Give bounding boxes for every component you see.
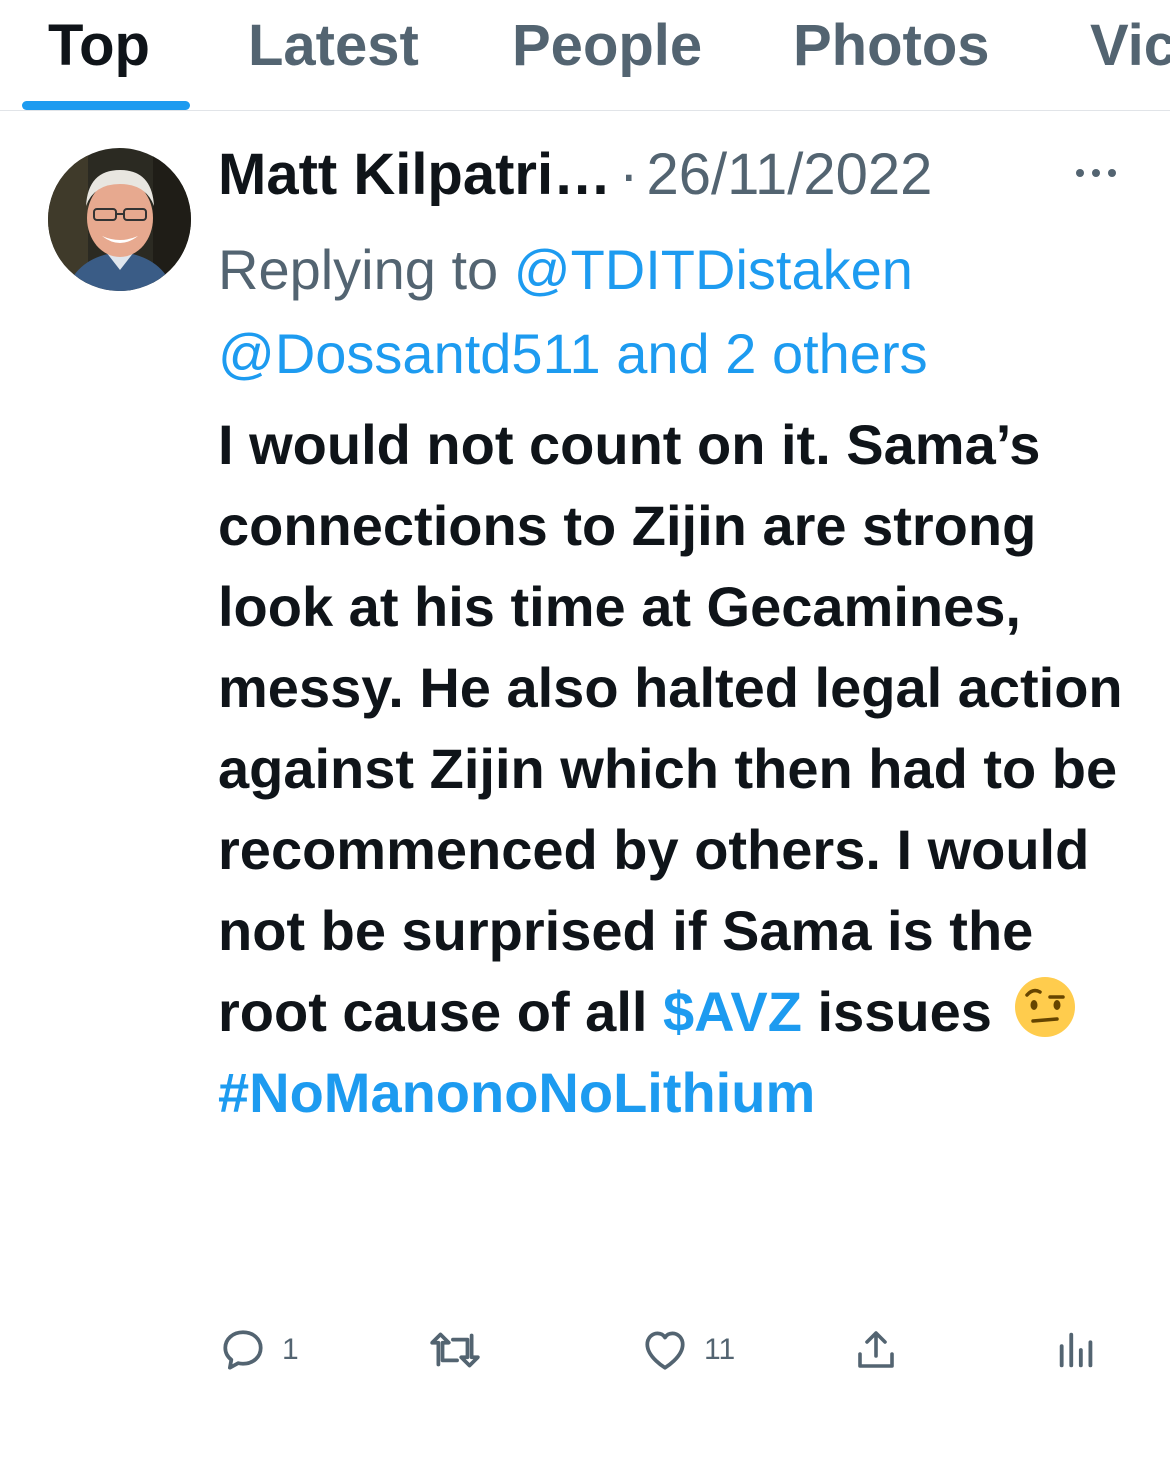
hashtag-link[interactable]: #NoManonoNoLithium bbox=[218, 1061, 815, 1124]
avatar-image bbox=[48, 148, 191, 291]
retweet-button[interactable] bbox=[428, 1310, 482, 1390]
tweet-text: I would not count on it. Sama’s connecti… bbox=[218, 404, 1138, 1133]
analytics-button[interactable] bbox=[1054, 1310, 1100, 1390]
header-separator: · bbox=[619, 142, 639, 207]
cashtag-link[interactable]: $AVZ bbox=[663, 980, 802, 1043]
retweet-icon bbox=[430, 1332, 480, 1368]
tweet-text-main: I would not count on it. Sama’s connecti… bbox=[218, 413, 1123, 1043]
replying-prefix: Replying to bbox=[218, 238, 514, 301]
replying-to: Replying to @TDITDistaken @Dossantd511 a… bbox=[218, 228, 1118, 396]
reply-count: 1 bbox=[282, 1333, 299, 1366]
share-button[interactable] bbox=[852, 1310, 900, 1390]
tweet-date[interactable]: 26/11/2022 bbox=[646, 142, 932, 207]
author-name[interactable]: Matt Kilpatri… bbox=[218, 142, 611, 207]
tweet-actions: 1 11 bbox=[0, 1310, 1170, 1390]
raised-eyebrow-emoji bbox=[1015, 977, 1076, 1037]
avatar[interactable] bbox=[48, 148, 191, 291]
tweet-text-after: issues bbox=[802, 980, 1008, 1043]
more-icon[interactable] bbox=[1073, 165, 1119, 181]
like-count: 11 bbox=[704, 1333, 736, 1366]
tab-top[interactable]: Top bbox=[48, 14, 150, 78]
tab-people[interactable]: People bbox=[512, 14, 702, 78]
tab-videos[interactable]: Vic bbox=[1090, 14, 1170, 78]
tab-photos[interactable]: Photos bbox=[793, 14, 990, 78]
share-icon bbox=[858, 1331, 894, 1368]
analytics-icon bbox=[1059, 1332, 1093, 1368]
reply-button[interactable]: 1 bbox=[218, 1310, 299, 1390]
reply-icon bbox=[223, 1330, 263, 1370]
active-tab-indicator bbox=[22, 101, 190, 110]
tab-latest[interactable]: Latest bbox=[248, 14, 419, 78]
tweet-header: Matt Kilpatri… · 26/11/2022 bbox=[218, 140, 932, 210]
search-tabs: Top Latest People Photos Vic bbox=[0, 0, 1170, 111]
like-icon bbox=[645, 1331, 685, 1370]
like-button[interactable]: 11 bbox=[640, 1310, 735, 1390]
